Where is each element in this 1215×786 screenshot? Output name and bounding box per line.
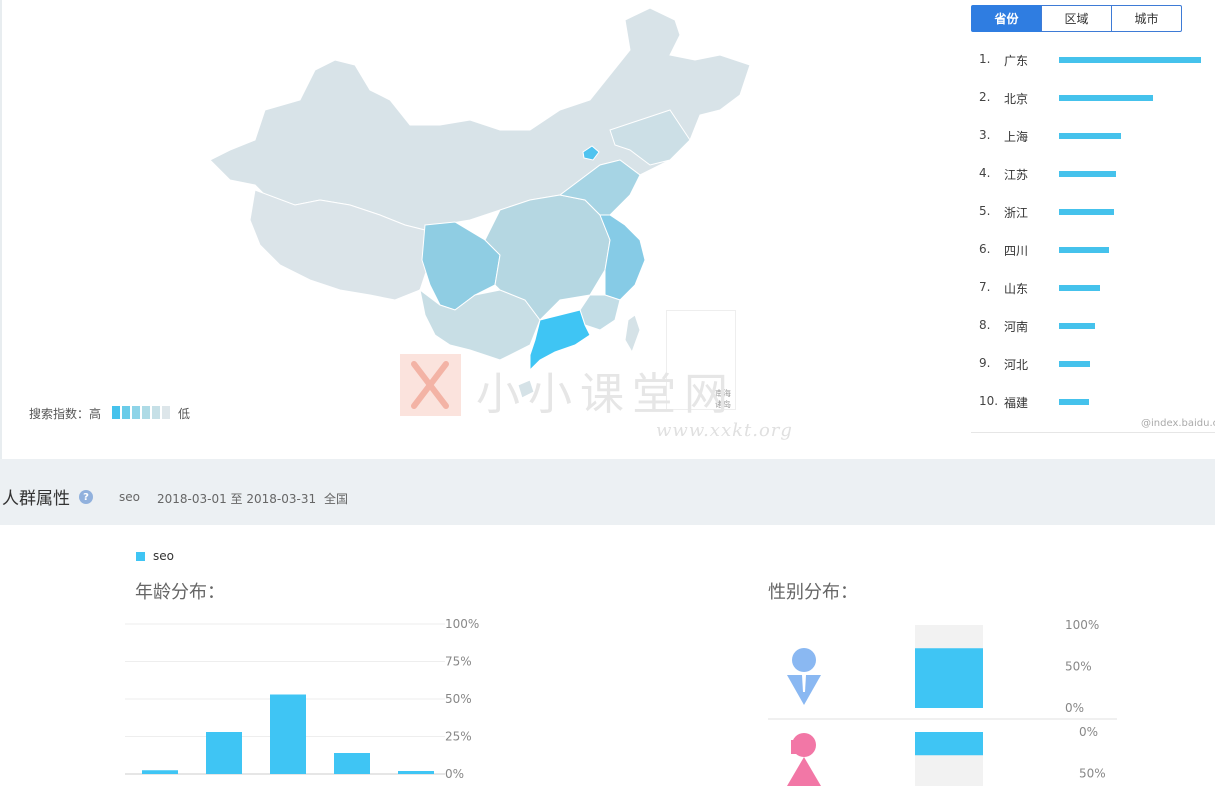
tab-province[interactable]: 省份 — [971, 5, 1042, 32]
age-distribution-chart: 100% 75% 50% 25% 0% — [125, 617, 479, 781]
age-ytick-label: 25% — [445, 730, 472, 744]
watermark-url: www.xxkt.org — [656, 420, 793, 441]
ranking-bar — [1059, 57, 1201, 63]
female-bar[interactable] — [915, 732, 983, 756]
ranking-bar — [1059, 361, 1091, 367]
section-header: 人群属性 seo 2018-03-01 至 2018-03-31 全国 — [0, 459, 1215, 525]
ranking-bar — [1059, 209, 1115, 215]
tab-city[interactable]: 城市 — [1111, 5, 1182, 32]
legend-swatch-4 — [152, 406, 160, 419]
age-bar[interactable] — [334, 753, 370, 774]
help-icon[interactable]: ? — [79, 490, 93, 504]
left-border — [0, 0, 2, 459]
gender-ytick-label: 0% — [1079, 725, 1098, 739]
ranking-number: 8. — [979, 318, 991, 332]
age-chart-title: 年龄分布： — [135, 582, 225, 603]
age-bar[interactable] — [142, 770, 178, 774]
ranking-number: 7. — [979, 280, 991, 294]
ranking-bar — [1059, 247, 1109, 253]
series-color-swatch — [136, 551, 145, 561]
age-bar[interactable] — [270, 694, 306, 775]
legend-swatch-3 — [142, 406, 150, 419]
section-region[interactable]: 全国 — [324, 490, 348, 507]
ranking-row[interactable]: 7. 山东 — [979, 280, 1215, 296]
ranking-row[interactable]: 3. 上海 — [979, 128, 1215, 144]
watermark-x-icon — [411, 361, 449, 409]
source-credit: @index.baidu.c — [1141, 418, 1215, 429]
ranking-number: 6. — [979, 242, 991, 256]
ranking-province-name: 广东 — [1004, 54, 1029, 68]
section-date-range[interactable]: 2018-03-01 至 2018-03-31 — [157, 490, 316, 507]
ranking-province-name: 江苏 — [1004, 168, 1029, 182]
ranking-divider — [971, 432, 1215, 433]
map-section: 南海诸岛 小小课堂网 www.xxkt.org 搜索指数：高 低 省份 区域 城… — [0, 0, 1215, 459]
legend-swatch-1 — [122, 406, 130, 419]
ranking-province-name: 上海 — [1004, 130, 1029, 144]
gender-chart-title: 性别分布： — [768, 582, 858, 603]
ranking-province-name: 北京 — [1004, 92, 1029, 106]
search-index-legend-label: 搜索指数：高 — [29, 407, 102, 421]
legend-color-scale — [112, 406, 170, 419]
legend-swatch-2 — [132, 406, 140, 419]
ranking-row[interactable]: 10. 福建 — [979, 394, 1215, 410]
ranking-row[interactable]: 1. 广东 — [979, 52, 1215, 68]
ranking-row[interactable]: 4. 江苏 — [979, 166, 1215, 182]
age-ytick-label: 50% — [445, 692, 472, 706]
ranking-number: 3. — [979, 128, 991, 142]
ranking-bar — [1059, 171, 1116, 177]
ranking-row[interactable]: 6. 四川 — [979, 242, 1215, 258]
map-region-east[interactable] — [599, 214, 646, 301]
ranking-bar — [1059, 323, 1095, 329]
ranking-province-name: 河南 — [1004, 320, 1029, 334]
gender-ytick-label: 100% — [1065, 618, 1099, 632]
series-legend[interactable]: seo — [136, 549, 174, 563]
ranking-tabs: 省份 区域 城市 — [971, 5, 1182, 32]
legend-swatch-0 — [112, 406, 120, 419]
male-icon — [787, 648, 821, 705]
ranking-number: 4. — [979, 166, 991, 180]
ranking-number: 9. — [979, 356, 991, 370]
ranking-province-name: 河北 — [1004, 358, 1029, 372]
male-bar[interactable] — [915, 648, 983, 708]
ranking-number: 2. — [979, 90, 991, 104]
gender-ytick-label: 0% — [1065, 701, 1084, 715]
ranking-province-name: 浙江 — [1004, 206, 1029, 220]
ranking-number: 1. — [979, 52, 991, 66]
ranking-number: 5. — [979, 204, 991, 218]
age-bar[interactable] — [206, 732, 242, 774]
ranking-province-name: 四川 — [1004, 244, 1029, 258]
tab-region[interactable]: 区域 — [1041, 5, 1112, 32]
age-ytick-label: 75% — [445, 655, 472, 669]
gender-distribution-chart: 100% 50% 0% 0% 50% — [768, 618, 1117, 786]
female-icon — [787, 733, 821, 786]
watermark-text: 小小课堂网 — [476, 369, 736, 420]
ranking-row[interactable]: 9. 河北 — [979, 356, 1215, 372]
gender-ytick-label: 50% — [1065, 660, 1092, 674]
age-ytick-label: 0% — [445, 767, 464, 781]
age-bar[interactable] — [398, 771, 434, 774]
section-keyword: seo — [119, 490, 140, 504]
ranking-number: 10. — [979, 394, 999, 408]
ranking-bar — [1059, 285, 1101, 291]
map-region-fujian[interactable] — [579, 294, 621, 331]
ranking-province-name: 山东 — [1004, 282, 1029, 296]
ranking-row[interactable]: 5. 浙江 — [979, 204, 1215, 220]
series-legend-label: seo — [153, 549, 174, 563]
ranking-bar — [1059, 133, 1122, 139]
map-region-taiwan[interactable] — [624, 314, 641, 354]
legend-swatch-5 — [162, 406, 170, 419]
gender-ytick-label: 50% — [1079, 767, 1106, 781]
ranking-bar — [1059, 95, 1153, 101]
section-title: 人群属性 — [2, 489, 70, 509]
legend-low-label: 低 — [178, 407, 191, 421]
ranking-bar — [1059, 399, 1089, 405]
ranking-province-name: 福建 — [1004, 396, 1029, 410]
ranking-row[interactable]: 2. 北京 — [979, 90, 1215, 106]
ranking-row[interactable]: 8. 河南 — [979, 318, 1215, 334]
age-ytick-label: 100% — [445, 617, 479, 631]
